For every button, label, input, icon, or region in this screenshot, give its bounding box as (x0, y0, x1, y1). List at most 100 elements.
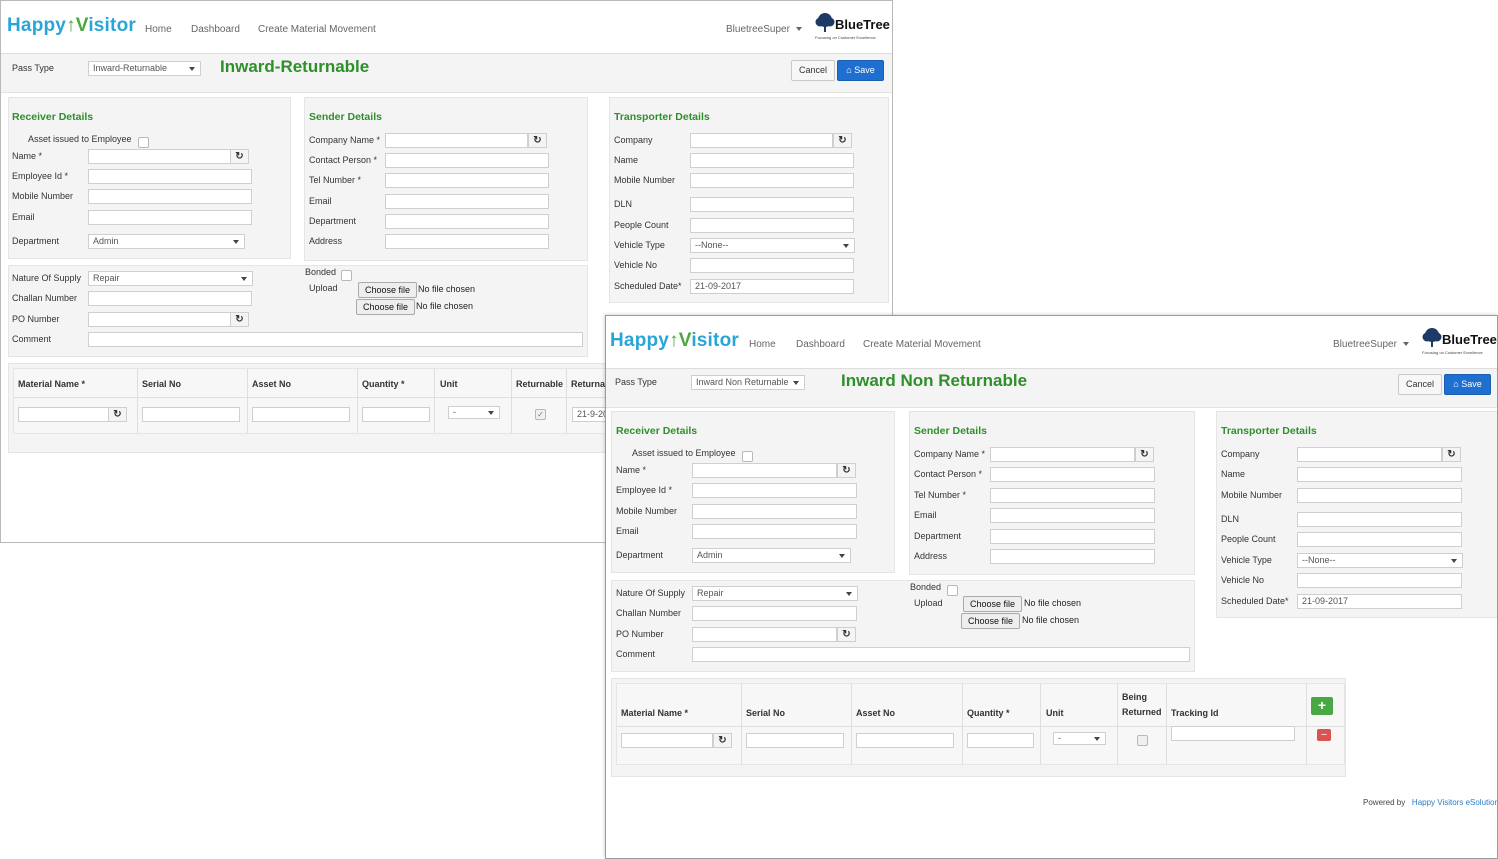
unit-select[interactable]: - (448, 406, 500, 419)
people-count-input[interactable] (690, 218, 854, 233)
transporter-company-input[interactable] (1297, 447, 1442, 462)
nav-create-material-movement[interactable]: Create Material Movement (258, 24, 376, 35)
pass-type-select[interactable]: Inward Non Returnable (691, 375, 805, 390)
department-select[interactable]: Admin (692, 548, 851, 563)
address-input[interactable] (385, 234, 549, 249)
column-divider (741, 684, 742, 764)
nav-home[interactable]: Home (145, 24, 172, 35)
department-select[interactable]: Admin (88, 234, 245, 249)
nature-of-supply-select[interactable]: Repair (88, 271, 253, 286)
tel-number-input[interactable] (990, 488, 1155, 503)
cancel-button[interactable]: Cancel (1398, 374, 1442, 395)
cancel-button[interactable]: Cancel (791, 60, 835, 81)
refresh-icon[interactable]: ↻ (837, 627, 856, 642)
challan-number-input[interactable] (88, 291, 252, 306)
vehicle-no-input[interactable] (690, 258, 854, 273)
nav-dashboard[interactable]: Dashboard (796, 339, 845, 350)
refresh-icon[interactable]: ↻ (837, 463, 856, 478)
vehicle-type-select[interactable]: --None-- (690, 238, 855, 253)
choose-file-button[interactable]: Choose file (963, 596, 1023, 612)
sender-department-input[interactable] (990, 529, 1155, 544)
receiver-name-input[interactable] (692, 463, 837, 478)
material-name-input[interactable] (18, 407, 109, 422)
transporter-name-input[interactable] (690, 153, 854, 168)
refresh-icon[interactable]: ↻ (1442, 447, 1461, 462)
bonded-checkbox[interactable] (341, 270, 352, 281)
sender-email-input[interactable] (385, 194, 549, 209)
challan-number-input[interactable] (692, 606, 857, 621)
receiver-email-input[interactable] (692, 524, 857, 539)
scheduled-date-input[interactable]: 21-09-2017 (690, 279, 854, 294)
refresh-icon[interactable]: ↻ (528, 133, 547, 148)
po-number-input[interactable] (88, 312, 231, 327)
vehicle-type-select[interactable]: --None-- (1297, 553, 1463, 568)
asset-no-header: Asset No (856, 708, 896, 718)
asset-issued-checkbox[interactable] (742, 451, 753, 462)
receiver-mobile-input[interactable] (88, 189, 252, 204)
comment-input[interactable] (88, 332, 583, 347)
transporter-mobile-input[interactable] (690, 173, 854, 188)
dln-input[interactable] (690, 197, 854, 212)
transporter-mobile-input[interactable] (1297, 488, 1462, 503)
material-table: Material Name * Serial No Asset No Quant… (8, 363, 618, 453)
employee-id-input[interactable] (88, 169, 252, 184)
nature-of-supply-select[interactable]: Repair (692, 586, 858, 601)
being-returned-checkbox[interactable] (1137, 735, 1148, 746)
asset-no-input[interactable] (252, 407, 350, 422)
scheduled-date-input[interactable]: 21-09-2017 (1297, 594, 1462, 609)
save-button[interactable]: ⌂ Save (1444, 374, 1491, 395)
refresh-icon[interactable]: ↻ (713, 733, 732, 748)
powered-by-link[interactable]: Happy Visitors eSolutions (1412, 798, 1497, 807)
serial-no-input[interactable] (746, 733, 844, 748)
unit-select[interactable]: - (1053, 732, 1106, 745)
contact-person-input[interactable] (385, 153, 549, 168)
choose-file-button[interactable]: Choose file (356, 299, 416, 315)
people-count-input[interactable] (1297, 532, 1462, 547)
returnable-checkbox[interactable]: ✓ (535, 409, 546, 420)
happy-visitor-logo[interactable]: Happy↑Visitor (7, 15, 136, 37)
sender-company-input[interactable] (385, 133, 528, 148)
refresh-icon[interactable]: ↻ (1135, 447, 1154, 462)
tel-number-input[interactable] (385, 173, 549, 188)
save-button[interactable]: ⌂ Save (837, 60, 884, 81)
refresh-icon[interactable]: ↻ (108, 407, 127, 422)
brand-name: BlueTree (1442, 332, 1497, 347)
employee-id-input[interactable] (692, 483, 857, 498)
bonded-checkbox[interactable] (947, 585, 958, 596)
vehicle-no-input[interactable] (1297, 573, 1462, 588)
refresh-icon[interactable]: ↻ (230, 312, 249, 327)
transporter-name-input[interactable] (1297, 467, 1462, 482)
comment-input[interactable] (692, 647, 1190, 662)
nav-dashboard[interactable]: Dashboard (191, 24, 240, 35)
refresh-icon[interactable]: ↻ (230, 149, 249, 164)
receiver-mobile-input[interactable] (692, 504, 857, 519)
quantity-input[interactable] (967, 733, 1034, 748)
choose-file-button[interactable]: Choose file (961, 613, 1021, 629)
po-number-input[interactable] (692, 627, 837, 642)
pass-type-select[interactable]: Inward-Returnable (88, 61, 201, 76)
dln-input[interactable] (1297, 512, 1462, 527)
receiver-name-input[interactable] (88, 149, 231, 164)
choose-file-button[interactable]: Choose file (358, 282, 418, 298)
happy-visitor-logo[interactable]: Happy↑Visitor (610, 330, 739, 352)
tracking-id-input[interactable] (1171, 726, 1295, 741)
nav-create-material-movement[interactable]: Create Material Movement (863, 339, 981, 350)
serial-no-input[interactable] (142, 407, 240, 422)
nav-home[interactable]: Home (749, 339, 776, 350)
user-menu[interactable]: BluetreeSuper (726, 24, 802, 35)
add-row-button[interactable]: + (1311, 697, 1333, 715)
remove-row-button[interactable]: – (1317, 729, 1331, 741)
receiver-email-input[interactable] (88, 210, 252, 225)
asset-no-input[interactable] (856, 733, 954, 748)
sender-email-input[interactable] (990, 508, 1155, 523)
sender-department-input[interactable] (385, 214, 549, 229)
quantity-input[interactable] (362, 407, 430, 422)
sender-company-input[interactable] (990, 447, 1135, 462)
user-menu[interactable]: BluetreeSuper (1333, 339, 1409, 350)
transporter-company-input[interactable] (690, 133, 833, 148)
asset-issued-checkbox[interactable] (138, 137, 149, 148)
material-name-input[interactable] (621, 733, 713, 748)
contact-person-input[interactable] (990, 467, 1155, 482)
refresh-icon[interactable]: ↻ (833, 133, 852, 148)
address-input[interactable] (990, 549, 1155, 564)
